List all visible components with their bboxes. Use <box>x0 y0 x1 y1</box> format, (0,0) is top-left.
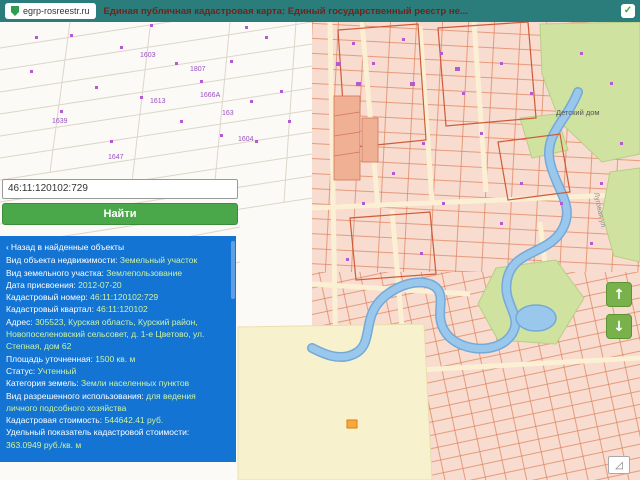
arrow-down-icon: ↓ <box>613 318 625 335</box>
cadastral-number-input[interactable] <box>2 178 238 199</box>
selected-parcel-highlight[interactable] <box>346 419 358 429</box>
zoom-controls: ↑ ↓ <box>606 282 632 339</box>
back-arrow-icon: ‹ <box>6 242 9 252</box>
meadow-zone <box>237 323 433 480</box>
panel-scrollbar[interactable] <box>231 241 235 299</box>
parcel-number-label: 1613 <box>150 98 166 105</box>
parcel-number-label: 1647 <box>108 154 124 161</box>
info-row: Вид объекта недвижимости: Земельный учас… <box>6 255 198 266</box>
arrow-up-icon: ↑ <box>613 286 625 303</box>
measure-tool-button[interactable]: ◿ <box>608 456 630 474</box>
info-row: Статус: Учтенный <box>6 365 77 376</box>
parcel-info-panel: ‹ Назад в найденные объекты Вид объекта н… <box>0 236 236 462</box>
back-label: Назад в найденные объекты <box>10 242 125 252</box>
browser-bar: egrp-rosreestr.ru Единая публичная кадас… <box>0 0 640 22</box>
parcel-number-label: 1639 <box>52 118 68 125</box>
info-row: Кадастровый номер: 46:11:120102:729 <box>6 292 159 303</box>
site-shield-icon <box>11 6 19 16</box>
address-bar[interactable]: egrp-rosreestr.ru <box>5 3 96 19</box>
info-row: Кадастровая стоимость: 544642.41 руб. <box>6 415 164 426</box>
info-row: Удельный показатель кадастровой стоимост… <box>6 427 190 450</box>
parcel-number-label: 163 <box>222 110 234 117</box>
zoom-out-button[interactable]: ↓ <box>606 314 632 339</box>
back-to-results-link[interactable]: ‹ Назад в найденные объекты <box>6 241 226 253</box>
info-row: Вид разрешенного использования: для веде… <box>6 390 196 413</box>
extension-check-icon[interactable]: ✓ <box>621 4 635 18</box>
info-row: Дата присвоения: 2012-07-20 <box>6 279 122 290</box>
info-row: Адрес: 305523, Курская область, Курский … <box>6 316 205 352</box>
info-row: Кадастровый квартал: 46:11:120102 <box>6 304 148 315</box>
info-row: Площадь уточненная: 1500 кв. м <box>6 353 136 364</box>
page-title: Единая публичная кадастровая карта: Един… <box>103 5 468 17</box>
info-row: Вид земельного участка: Землепользование <box>6 267 183 278</box>
parcel-number-label: 1807 <box>190 66 206 73</box>
place-label: Детский дом <box>556 108 600 117</box>
info-row: Категория земель: Земли населенных пункт… <box>6 378 190 389</box>
parcel-number-label: 1604 <box>238 136 254 143</box>
zoom-in-button[interactable]: ↑ <box>606 282 632 307</box>
measure-icon: ◿ <box>615 459 623 471</box>
address-url: egrp-rosreestr.ru <box>23 6 90 16</box>
search-button[interactable]: Найти <box>2 202 238 225</box>
search-panel: Найти <box>2 178 238 225</box>
parcel-number-label: 1666А <box>200 92 221 99</box>
parcel-number-label: 1603 <box>140 52 156 59</box>
